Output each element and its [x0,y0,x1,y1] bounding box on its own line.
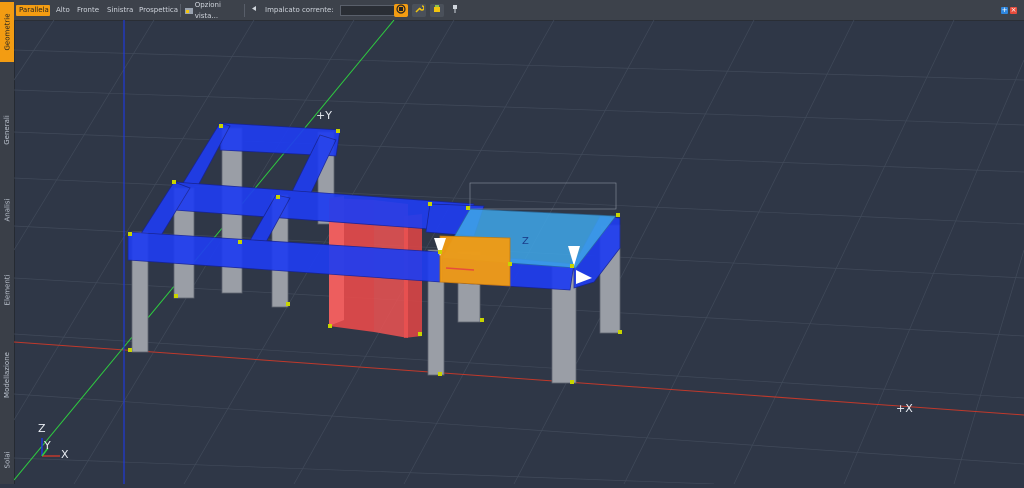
view-alto-button[interactable]: Alto [53,5,73,16]
slab-direction-mark: Z [522,236,529,247]
plan-view-button[interactable] [394,4,408,17]
toolbar-separator [180,4,181,17]
view-prospettica-button[interactable]: Prospettica [136,5,178,16]
arrow-left-icon [252,6,256,11]
view-options-icon [185,7,193,14]
triad-y-label: Y [44,439,51,452]
plus-icon: + [1001,6,1008,14]
tab-elementi[interactable]: Elementi [0,260,14,320]
toolbar-separator [244,4,245,17]
tab-modellazione[interactable]: Modellazione [0,340,14,410]
layer-button[interactable] [430,4,444,17]
pin-icon [453,5,457,13]
tab-generali[interactable]: Generali [0,100,14,160]
close-view-button[interactable]: × [1010,7,1017,14]
view-parallela-button[interactable]: Parallela [16,5,50,16]
tools-button[interactable] [412,4,426,17]
back-arrow-button[interactable] [248,5,260,16]
x-axis-line [13,341,1024,416]
3d-viewport[interactable]: Z +Y +X Z Y X [13,19,1024,485]
close-icon: × [1010,6,1017,14]
view-toolbar: Parallela Alto Fronte Sinistra Prospetti… [14,0,1024,21]
tab-analisi[interactable]: Analisi [0,180,14,240]
options-view-button[interactable]: Opzioni vista... [182,1,242,20]
view-fronte-button[interactable]: Fronte [74,5,102,16]
model-canvas[interactable]: Z [13,19,1024,485]
left-sidebar: Geometrie Generali Analisi Elementi Mode… [0,0,15,484]
pin-button[interactable] [448,4,462,17]
floor-plan-icon [396,4,406,14]
triad-z-label: Z [38,422,46,435]
y-axis-label: +Y [316,109,332,122]
wrench-icon [415,5,425,13]
tab-solai[interactable]: Solai [0,440,14,480]
triad-x-label: X [61,448,69,461]
tab-geometrie[interactable]: Geometrie [0,2,14,62]
view-sinistra-button[interactable]: Sinistra [104,5,134,16]
x-axis-label: +X [896,402,913,415]
current-floor-label: Impalcato corrente: [265,6,334,14]
axis-triad: Z Y X [34,422,74,462]
layer-icon [434,5,440,12]
add-view-button[interactable]: + [1001,7,1008,14]
